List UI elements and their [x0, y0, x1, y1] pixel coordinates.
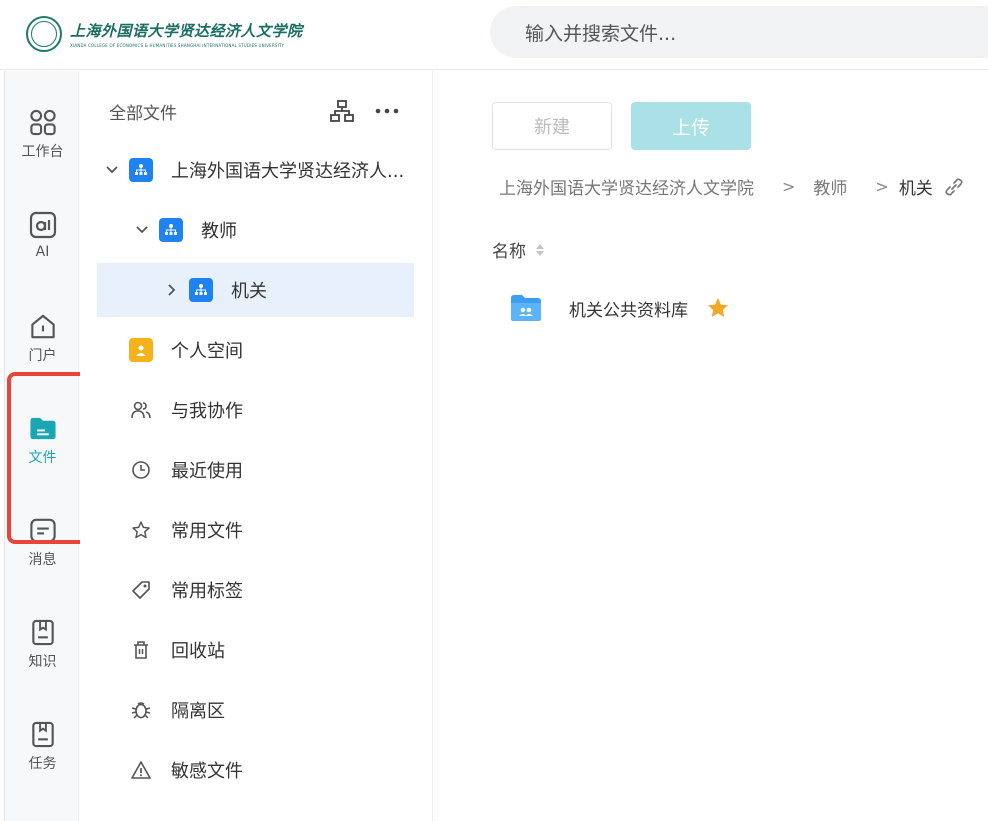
tree-item-label: 教师 — [201, 221, 237, 242]
tree-item-favorites[interactable]: 常用文件 — [97, 503, 414, 557]
breadcrumb-college[interactable]: 上海外国语大学贤达经济人文学院 — [499, 174, 754, 199]
tree-item-label: 机关 — [231, 281, 267, 302]
column-name-label: 名称 — [492, 242, 526, 262]
nav-portal-label: 门户 — [28, 348, 57, 364]
book-icon — [31, 619, 54, 646]
tree-item-label: 上海外国语大学贤达经济人... — [171, 161, 405, 182]
tree-item-office[interactable]: 机关 — [97, 263, 414, 317]
org-icon — [189, 278, 213, 302]
tree-item-recycle-bin[interactable]: 回收站 — [97, 623, 414, 677]
home-icon — [30, 314, 55, 339]
sort-icon[interactable] — [534, 242, 546, 258]
file-list-panel: 新建 上传 上海外国语大学贤达经济人文学院 > 教师 > 机关 名称 机关公共资… — [434, 71, 988, 821]
ai-icon — [29, 211, 56, 239]
search-input[interactable]: 输入并搜索文件... — [490, 6, 988, 58]
logo-chinese-name: 上海外国语大学贤达经济人文学院 — [70, 22, 303, 40]
breadcrumb: 上海外国语大学贤达经济人文学院 > 教师 > 机关 — [499, 174, 965, 199]
tag-icon — [129, 578, 153, 602]
breadcrumb-teachers[interactable]: 教师 — [813, 174, 847, 199]
nav-messages[interactable]: 消息 — [5, 479, 80, 569]
star-filled-icon[interactable] — [706, 296, 730, 320]
chevron-down-icon[interactable] — [103, 161, 121, 179]
tree-title: 全部文件 — [109, 104, 177, 124]
search-placeholder: 输入并搜索文件... — [525, 22, 677, 45]
tree-item-sensitive[interactable]: 敏感文件 — [97, 743, 414, 797]
chevron-down-icon[interactable] — [133, 221, 151, 239]
grid-icon — [29, 109, 56, 136]
upload-button[interactable]: 上传 — [631, 102, 751, 150]
tree-item-recent[interactable]: 最近使用 — [97, 443, 414, 497]
org-icon — [129, 158, 153, 182]
college-seal-icon — [26, 16, 62, 52]
nav-portal[interactable]: 门户 — [5, 275, 80, 365]
org-structure-icon[interactable] — [330, 99, 354, 123]
nav-workbench-label: 工作台 — [21, 144, 64, 160]
tree-item-tags[interactable]: 常用标签 — [97, 563, 414, 617]
nav-ai-label: AI — [35, 244, 50, 260]
nav-workbench[interactable]: 工作台 — [5, 71, 80, 161]
app-nav-rail: 工作台 AI 门户 文件 消息 知识 任务 — [4, 71, 79, 821]
tree-item-teachers[interactable]: 教师 — [97, 203, 414, 257]
tree-item-label: 个人空间 — [171, 341, 243, 362]
link-icon[interactable] — [943, 176, 965, 198]
tree-item-label: 敏感文件 — [171, 761, 243, 782]
folder-icon — [29, 417, 56, 440]
chevron-right-icon: > — [782, 177, 796, 196]
tree-item-label: 回收站 — [171, 641, 225, 662]
chevron-right-icon: > — [875, 177, 889, 196]
top-header: 上海外国语大学贤达经济人文学院 XIANDA COLLEGE OF ECONOM… — [0, 0, 988, 70]
column-header-name[interactable]: 名称 — [492, 237, 546, 262]
chevron-right-icon[interactable] — [163, 281, 181, 299]
breadcrumb-office: 机关 — [898, 179, 933, 199]
tree-item-label: 常用标签 — [171, 581, 243, 602]
task-icon — [31, 721, 54, 748]
file-row[interactable]: 机关公共资料库 — [509, 293, 730, 323]
tree-item-quarantine[interactable]: 隔离区 — [97, 683, 414, 737]
logo-english-name: XIANDA COLLEGE OF ECONOMICS & HUMANITIES… — [70, 43, 285, 48]
nav-tasks[interactable]: 任务 — [5, 683, 80, 773]
nav-ai[interactable]: AI — [5, 173, 80, 263]
tree-item-label: 常用文件 — [171, 521, 243, 542]
person-icon — [129, 338, 153, 362]
tree-item-personal-space[interactable]: 个人空间 — [97, 323, 414, 377]
org-icon — [159, 218, 183, 242]
nav-knowledge[interactable]: 知识 — [5, 581, 80, 671]
tree-item-label: 最近使用 — [171, 461, 243, 482]
tree-item-college[interactable]: 上海外国语大学贤达经济人... — [97, 143, 414, 197]
new-button[interactable]: 新建 — [492, 102, 612, 150]
file-name[interactable]: 机关公共资料库 — [569, 296, 688, 321]
tree-item-label: 与我协作 — [171, 401, 243, 422]
trash-icon — [129, 638, 153, 662]
warning-icon — [129, 758, 153, 782]
shared-folder-icon — [511, 295, 541, 321]
nav-tasks-label: 任务 — [28, 756, 57, 772]
file-tree-panel: 全部文件 上海外国语大学贤达经济人... 教师 机关 个人空间 与我协作 最近使… — [80, 71, 433, 821]
nav-knowledge-label: 知识 — [28, 654, 57, 670]
clock-icon — [129, 458, 153, 482]
nav-files-label: 文件 — [28, 450, 57, 466]
tree-item-collaborate[interactable]: 与我协作 — [97, 383, 414, 437]
nav-files[interactable]: 文件 — [5, 377, 80, 467]
message-icon — [29, 518, 56, 543]
more-options-icon[interactable] — [374, 99, 400, 123]
users-icon — [129, 398, 153, 422]
college-logo[interactable]: 上海外国语大学贤达经济人文学院 XIANDA COLLEGE OF ECONOM… — [26, 14, 303, 54]
nav-messages-label: 消息 — [28, 552, 57, 568]
star-outline-icon — [129, 518, 153, 542]
tree-item-label: 隔离区 — [171, 701, 225, 722]
bug-icon — [129, 698, 153, 722]
